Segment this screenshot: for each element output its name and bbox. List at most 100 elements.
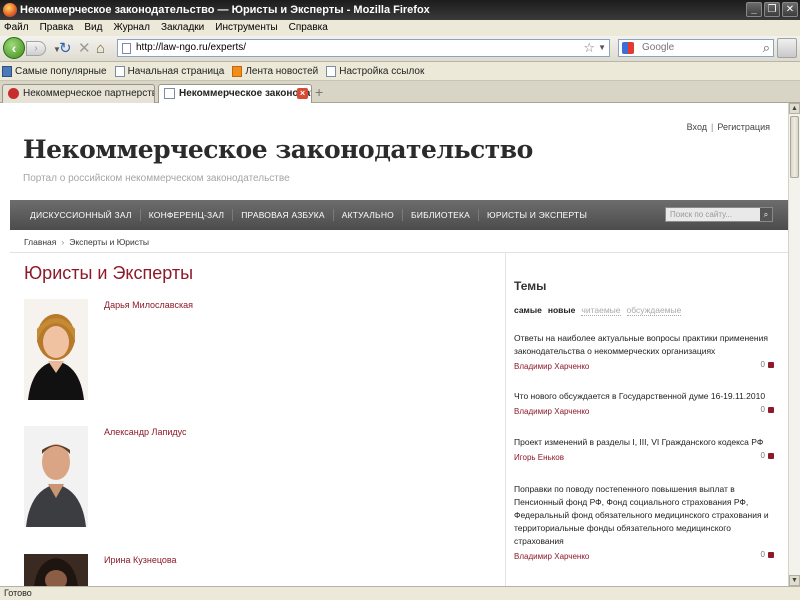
nav-item[interactable]: Правовая азбука (233, 209, 334, 221)
themes-heading: Темы (514, 279, 547, 293)
site-favicon (8, 88, 19, 99)
expert-photo[interactable] (24, 426, 88, 527)
page-title: Юристы и Эксперты (24, 263, 194, 283)
restore-icon[interactable]: ❐ (764, 2, 780, 17)
comment-count[interactable]: 0 (761, 360, 774, 369)
close-icon[interactable]: ✕ (782, 2, 798, 17)
filter-tab[interactable]: новые (548, 305, 576, 316)
divider (10, 252, 788, 253)
scroll-thumb[interactable] (790, 116, 799, 178)
menu-edit[interactable]: Правка (40, 20, 74, 36)
breadcrumb: Главная › Эксперты и Юристы (24, 237, 150, 247)
topic-title-link[interactable]: Поправки по поводу постепенного повышени… (514, 483, 774, 548)
home-icon[interactable]: ⌂ (96, 40, 105, 57)
page-viewport: Вход | Регистрация Некоммерческое законода… (0, 103, 788, 586)
menu-history[interactable]: Журнал (113, 20, 150, 36)
forward-button[interactable]: › (26, 41, 46, 56)
toolbar-extra-button[interactable] (777, 38, 797, 58)
bookmark-item[interactable]: Самые популярные (2, 62, 107, 80)
tab-label: Некоммерческое партнерство «Юрис... (23, 88, 154, 99)
login-link[interactable]: Вход (687, 122, 707, 132)
url-bar[interactable]: http://law-ngo.ru/experts/ ☆ ▼ (117, 39, 610, 57)
register-link[interactable]: Регистрация (717, 122, 770, 132)
tab-inactive[interactable]: Некоммерческое партнерство «Юрис... (2, 84, 155, 103)
page-icon (122, 43, 131, 54)
comment-icon (768, 406, 774, 413)
scroll-up-icon[interactable]: ▲ (789, 103, 800, 114)
breadcrumb-current: Эксперты и Юристы (69, 237, 150, 247)
bookmarks-toolbar: Самые популярные Начальная страница Лент… (0, 62, 800, 81)
minimize-icon[interactable]: _ (746, 2, 762, 17)
breadcrumb-home[interactable]: Главная (24, 237, 56, 247)
url-text: http://law-ngo.ru/experts/ (136, 42, 247, 53)
site-search-input[interactable]: Поиск по сайту... ⌕ (665, 207, 773, 222)
expert-name-link[interactable]: Дарья Милославская (104, 300, 193, 310)
comment-count[interactable]: 0 (761, 550, 774, 559)
bookmark-item[interactable]: Настройка ссылок (326, 62, 424, 80)
filter-tab[interactable]: обсуждаемые (626, 305, 682, 316)
menu-bar: Файл Правка Вид Журнал Закладки Инструме… (0, 20, 800, 36)
comment-count[interactable]: 0 (761, 405, 774, 414)
comment-icon (768, 361, 774, 368)
comment-count[interactable]: 0 (761, 451, 774, 460)
tab-bar: Некоммерческое партнерство «Юрис... Неко… (0, 81, 800, 103)
nav-item[interactable]: Конференц-зал (141, 209, 234, 221)
topic-author-link[interactable]: Владимир Харченко (514, 407, 589, 416)
back-button[interactable]: ‹ (3, 37, 25, 59)
bookmark-item[interactable]: Лента новостей (232, 62, 318, 80)
filter-tab[interactable]: самые (514, 305, 542, 316)
window-titlebar: Некоммерческое законодательство — Юристы… (0, 0, 800, 20)
nav-item[interactable]: Дискуссионный зал (22, 209, 141, 221)
expert-name-link[interactable]: Ирина Кузнецова (104, 555, 177, 565)
close-tab-icon[interactable]: × (297, 88, 308, 99)
menu-view[interactable]: Вид (84, 20, 102, 36)
topic-author-link[interactable]: Игорь Еньков (514, 453, 564, 462)
login-links: Вход | Регистрация (686, 122, 770, 132)
arrow-left-icon: ‹ (11, 40, 17, 56)
new-tab-icon[interactable]: + (315, 84, 323, 100)
vertical-scrollbar[interactable]: ▲ ▼ (788, 103, 800, 586)
search-icon[interactable]: ⌕ (760, 208, 772, 221)
topic-author-link[interactable]: Владимир Харченко (514, 362, 589, 371)
topic-item: Поправки по поводу постепенного повышени… (514, 483, 774, 562)
topic-author-link[interactable]: Владимир Харченко (514, 552, 589, 561)
stop-icon[interactable]: ✕ (78, 40, 91, 57)
bookmark-item[interactable]: Начальная страница (114, 62, 224, 80)
tab-active[interactable]: Некоммерческое законодатель... × (158, 84, 312, 103)
firefox-icon (3, 3, 17, 17)
expert-photo[interactable] (24, 554, 88, 586)
topic-title-link[interactable]: Проект изменений в разделы I, III, VI Гр… (514, 436, 774, 449)
reload-icon[interactable]: ↻ (59, 40, 72, 57)
themes-filters: самые новые читаемые обсуждаемые (514, 305, 682, 316)
search-box[interactable]: Google ⌕ (618, 39, 774, 57)
menu-help[interactable]: Справка (289, 20, 328, 36)
search-icon[interactable]: ⌕ (763, 40, 770, 56)
navigation-toolbar: ‹ › ▼ ↻ ✕ ⌂ http://law-ngo.ru/experts/ ☆… (0, 36, 800, 62)
expert-photo[interactable] (24, 299, 88, 400)
search-engine-name: Google (642, 42, 675, 53)
chevron-down-icon[interactable]: ▼ (598, 40, 606, 56)
menu-tools[interactable]: Инструменты (215, 20, 277, 36)
status-bar: Готово (0, 586, 800, 600)
bookmark-folder-icon (2, 65, 12, 77)
nav-item[interactable]: Библиотека (403, 209, 480, 221)
scroll-down-icon[interactable]: ▼ (789, 575, 800, 586)
window-title: Некоммерческое законодательство — Юристы… (20, 4, 430, 16)
comment-icon (768, 551, 774, 558)
site-title[interactable]: Некоммерческое законодательство (23, 135, 533, 164)
topic-item: Проект изменений в разделы I, III, VI Гр… (514, 436, 774, 463)
nav-item[interactable]: Юристы и эксперты (479, 209, 595, 221)
menu-bookmarks[interactable]: Закладки (161, 20, 204, 36)
nav-item[interactable]: Актуально (334, 209, 403, 221)
filter-tab[interactable]: читаемые (581, 305, 621, 316)
bookmark-star-icon[interactable]: ☆ (583, 40, 595, 56)
tab-label: Некоммерческое законодатель... (179, 88, 311, 99)
topic-title-link[interactable]: Что нового обсуждается в Государственной… (514, 390, 774, 403)
menu-file[interactable]: Файл (4, 20, 29, 36)
window-controls: _ ❐ ✕ (746, 2, 798, 17)
comment-icon (768, 452, 774, 459)
topic-item: Ответы на наиболее актуальные вопросы пр… (514, 332, 774, 372)
rss-icon (232, 65, 243, 77)
expert-name-link[interactable]: Александр Лапидус (104, 427, 187, 437)
topic-title-link[interactable]: Ответы на наиболее актуальные вопросы пр… (514, 332, 774, 358)
